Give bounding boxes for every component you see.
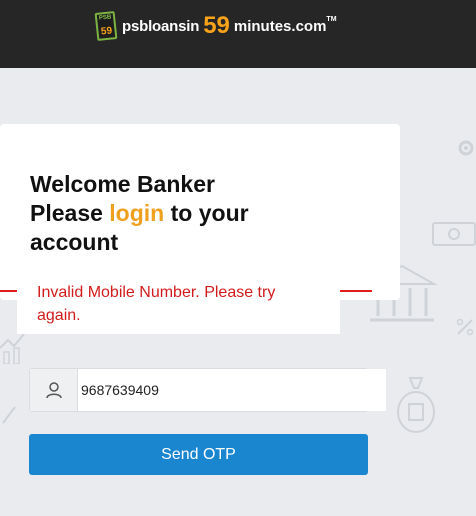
title-line2: Please login to your	[30, 199, 330, 228]
logo-trademark: TM	[326, 15, 337, 23]
money-bag-icon	[397, 377, 435, 433]
percent-icon	[2, 406, 16, 424]
title-line1: Welcome Banker	[30, 171, 215, 197]
user-icon	[30, 369, 78, 411]
logo-badge-icon: PSB 59	[94, 11, 118, 41]
banknote-icon	[432, 222, 476, 246]
title-login-highlight: login	[109, 200, 165, 226]
title-line2-before: Please	[30, 200, 110, 226]
logo-text-number: 59	[203, 12, 230, 39]
site-logo[interactable]: PSB 59 psbloansin 59 minutes.com TM	[94, 9, 337, 43]
logo-badge-number: 59	[100, 25, 113, 38]
percent-icon	[456, 318, 474, 336]
gear-icon	[458, 140, 474, 156]
mobile-number-input[interactable]	[78, 369, 386, 411]
title-line2-after: to your	[164, 200, 249, 226]
logo-text-part1: psbloansin	[122, 17, 200, 35]
page-title: Welcome Banker Please login to your acco…	[30, 170, 330, 257]
logo-text-part2: minutes.com	[233, 17, 327, 35]
error-message: Invalid Mobile Number. Please try again.	[37, 284, 276, 324]
send-otp-button[interactable]: Send OTP	[29, 434, 368, 475]
mobile-input-group	[29, 368, 386, 412]
error-divider-right	[340, 290, 372, 292]
error-divider-left	[0, 290, 17, 292]
title-line3: account	[30, 229, 119, 255]
top-header: PSB 59 psbloansin 59 minutes.com TM	[0, 0, 476, 68]
logo-badge-top: PSB	[98, 14, 112, 22]
